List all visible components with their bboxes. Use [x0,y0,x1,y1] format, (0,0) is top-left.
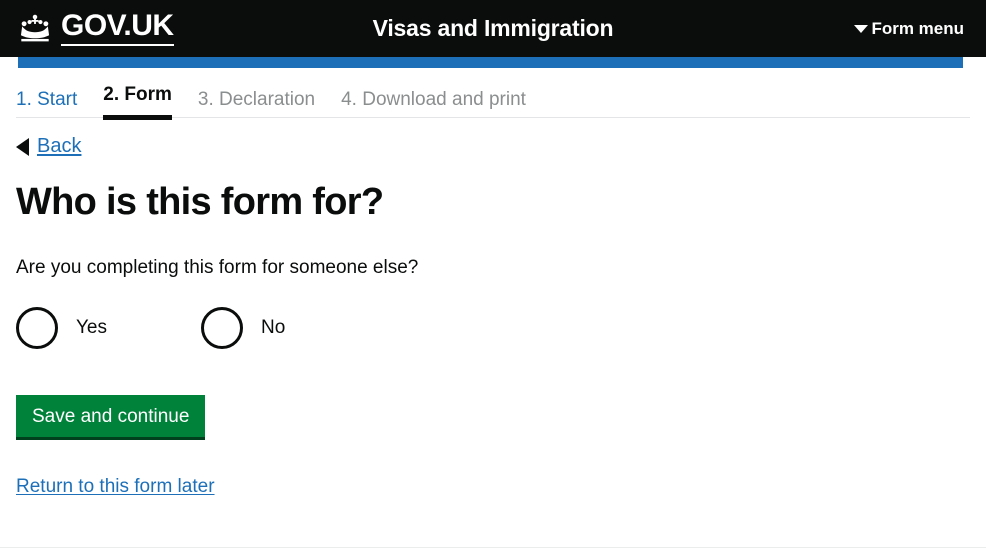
gov-uk-header: GOV.UK Visas and Immigration Form menu [0,0,986,57]
main-content: Back Who is this form for? Are you compl… [0,121,986,498]
step-item-declaration[interactable]: 3. Declaration [198,89,315,120]
return-to-form-later-link[interactable]: Return to this form later [16,476,215,498]
radio-label-no: No [261,317,286,339]
form-menu-label: Form menu [871,18,964,38]
step-item-download-and-print[interactable]: 4. Download and print [341,89,526,120]
step-list: 1. Start 2. Form 3. Declaration 4. Downl… [16,84,970,120]
back-link-label: Back [37,135,82,157]
save-and-continue-button[interactable]: Save and continue [16,395,206,441]
gov-uk-logo-link[interactable]: GOV.UK [16,11,174,46]
form-menu-button[interactable]: Form menu [854,19,964,39]
question-label: Are you completing this form for someone… [16,257,419,279]
chevron-down-icon [854,24,869,33]
radio-label-yes: Yes [76,317,107,339]
radio-option-no[interactable]: No [201,307,286,350]
radio-circle-no[interactable] [201,307,243,350]
step-item-start[interactable]: 1. Start [16,89,77,120]
radio-circle-yes[interactable] [16,307,58,350]
back-arrow-icon [16,137,29,156]
blue-accent-bar [18,57,963,68]
accent-bar-container [0,57,986,68]
step-item-form[interactable]: 2. Form [103,84,172,120]
gov-uk-brand-text: GOV.UK [61,11,174,46]
radio-option-yes[interactable]: Yes [16,307,107,350]
crown-icon [20,14,50,41]
back-link[interactable]: Back [16,135,81,158]
step-navigation: 1. Start 2. Form 3. Declaration 4. Downl… [0,84,986,121]
radio-group-completing-for-someone-else: Yes No [16,307,970,350]
page-title: Who is this form for? [16,180,384,223]
